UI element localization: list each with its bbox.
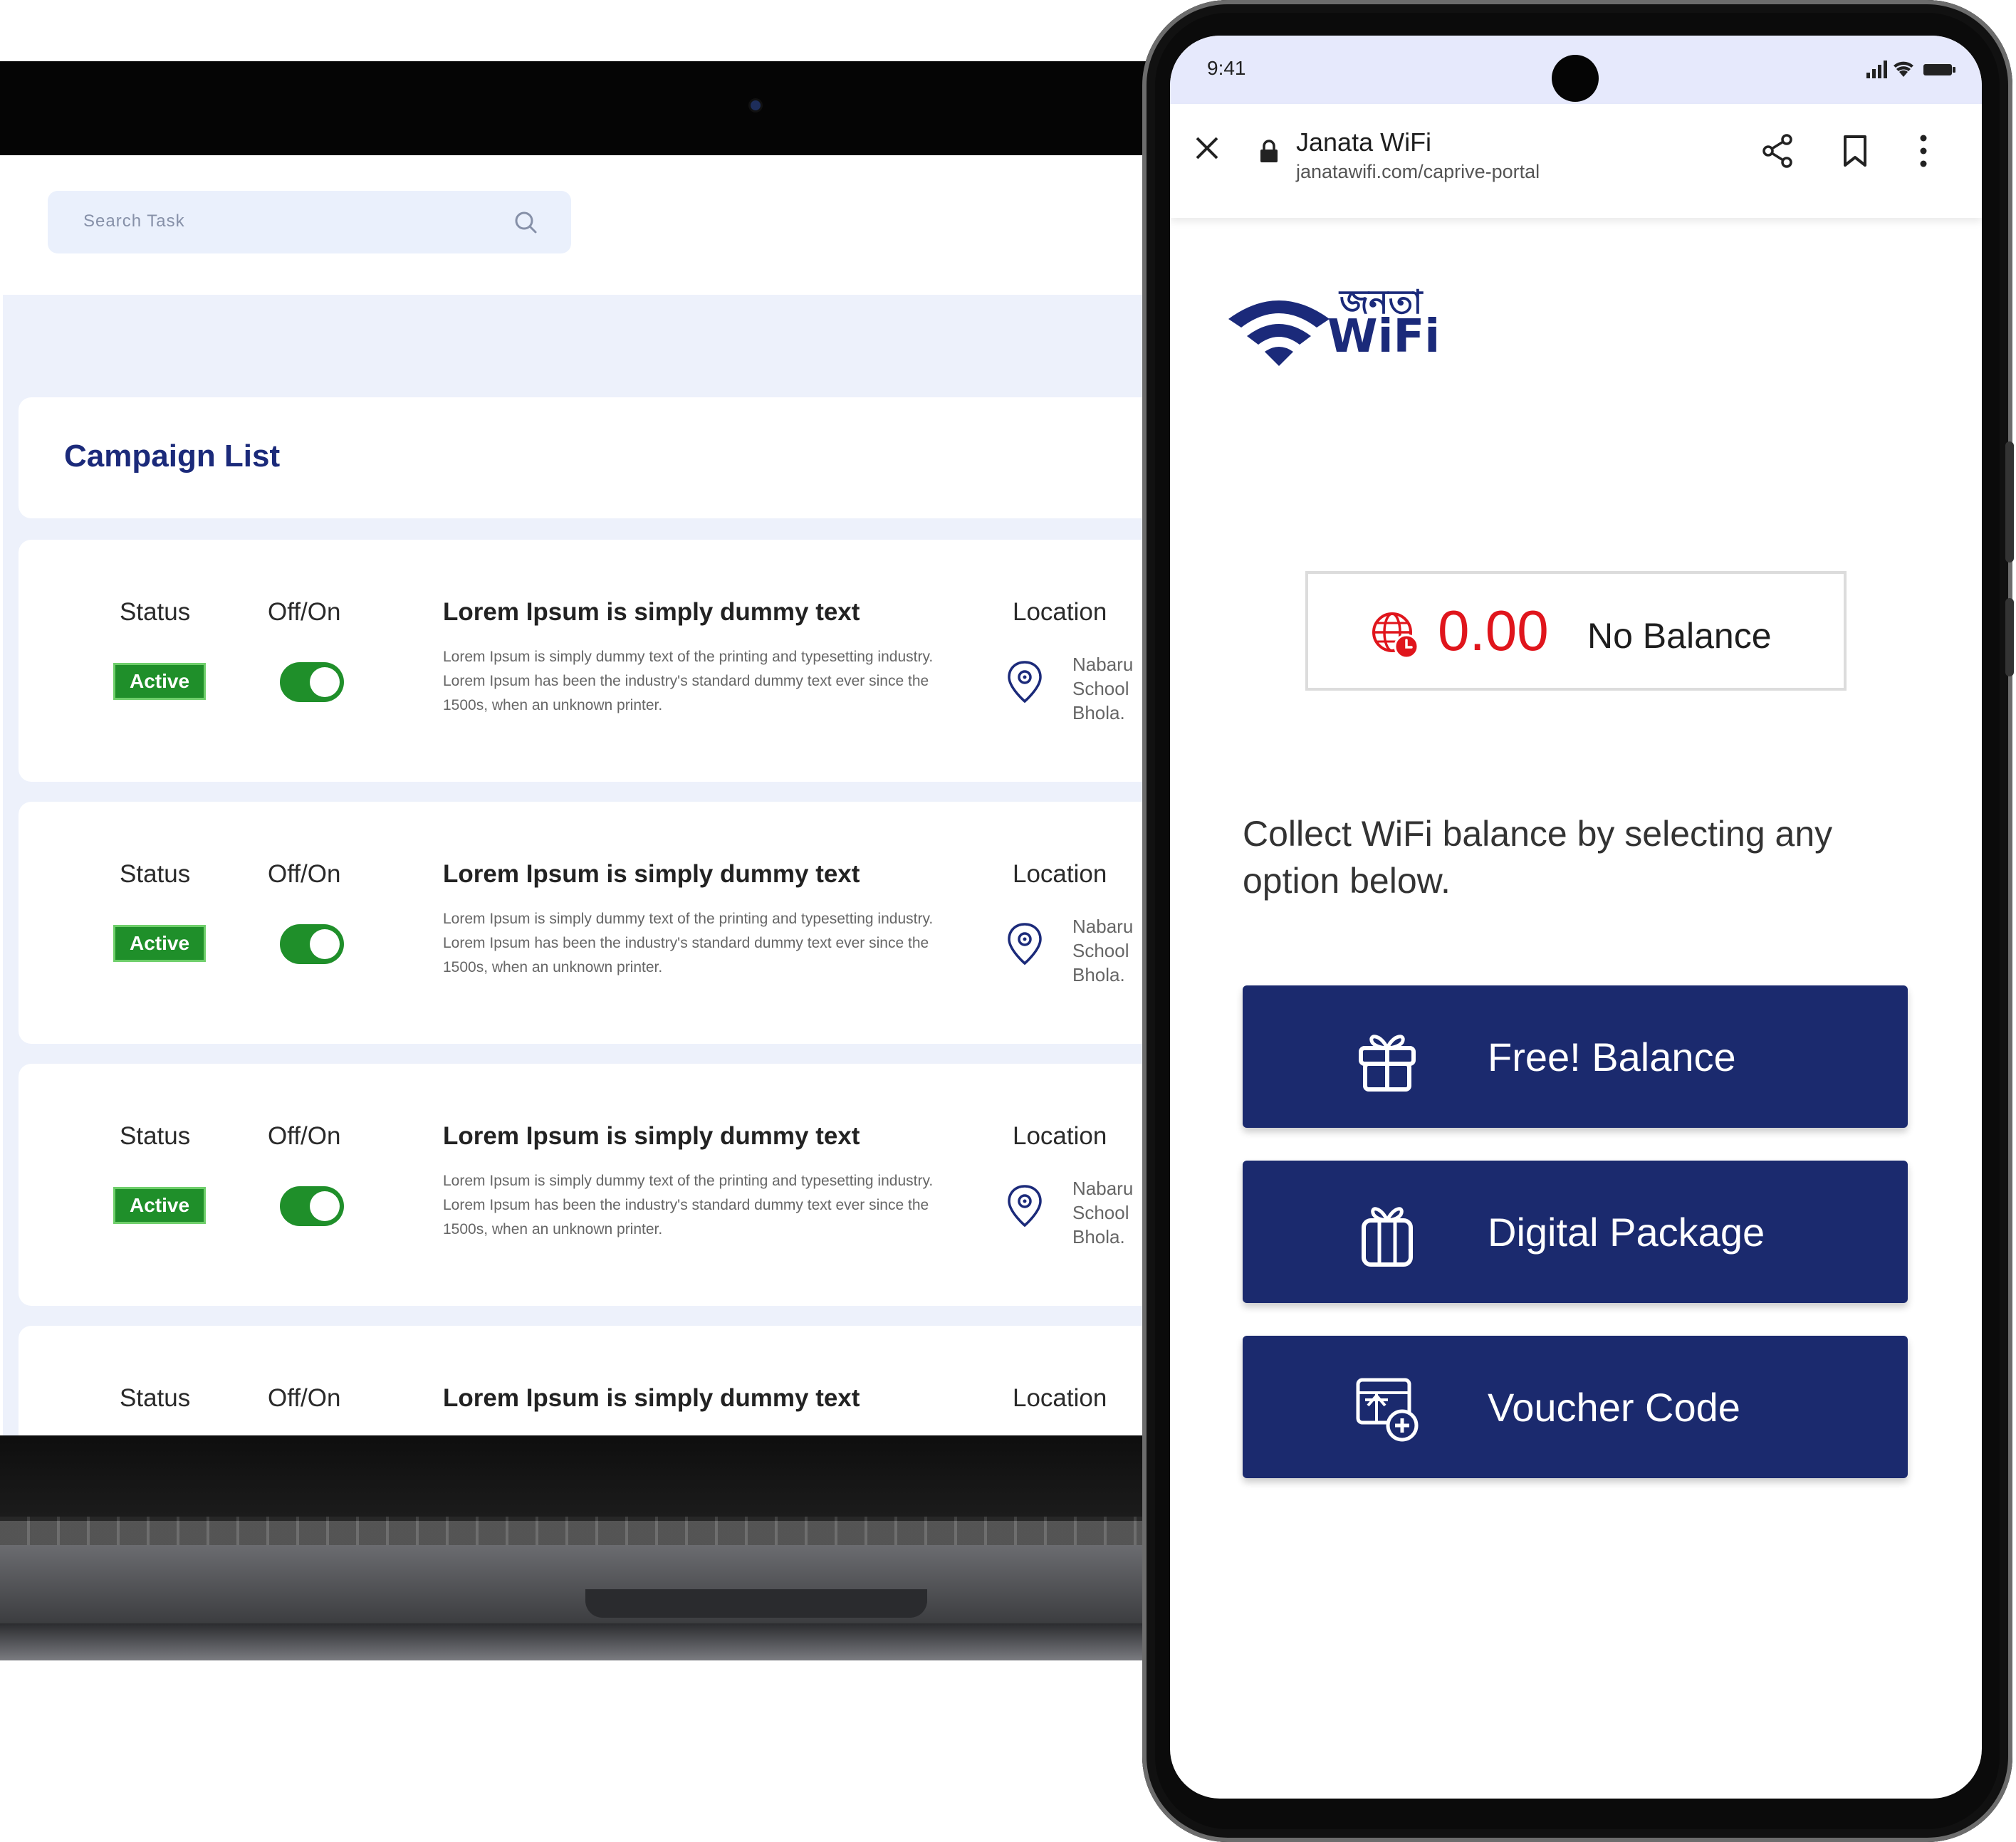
location-pin-icon — [1008, 923, 1042, 966]
toggle-knob — [310, 1191, 340, 1221]
toggle-knob — [310, 929, 340, 959]
status-time: 9:41 — [1207, 57, 1246, 79]
balance-card: 0.00 No Balance — [1305, 571, 1847, 691]
campaign-row: Status Off/On Active Lorem Ipsum is simp… — [19, 802, 1147, 1044]
status-badge: Active — [113, 1187, 206, 1224]
on-off-toggle[interactable] — [280, 1186, 344, 1226]
campaign-title: Lorem Ipsum is simply dummy text — [443, 598, 860, 626]
voucher-code-button[interactable]: Voucher Code — [1243, 1336, 1908, 1478]
status-label: Status — [120, 1122, 191, 1150]
toggle-knob — [310, 667, 340, 697]
more-options-icon[interactable] — [1918, 134, 1929, 168]
campaign-row: Status Off/On Active Lorem Ipsum is simp… — [19, 1064, 1147, 1306]
voucher-code-label: Voucher Code — [1488, 1385, 1740, 1430]
signal-icon — [1866, 61, 1887, 78]
location-text: Nabaru School Bhola. — [1072, 1178, 1134, 1247]
laptop-thumb-notch — [585, 1589, 927, 1618]
digital-package-button[interactable]: Digital Package — [1243, 1161, 1908, 1303]
janata-wifi-logo: জনতা WiFi — [1226, 278, 1440, 370]
close-icon[interactable] — [1193, 134, 1221, 162]
search-placeholder: Search Task — [83, 211, 185, 231]
status-icons — [1866, 61, 1955, 78]
status-label: Status — [120, 1384, 191, 1412]
location-label: Location — [1013, 860, 1107, 888]
battery-icon — [1923, 64, 1955, 75]
location-label: Location — [1013, 1384, 1107, 1412]
location-pin-icon — [1008, 661, 1042, 703]
toggle-label: Off/On — [268, 1384, 341, 1412]
laptop-deck — [0, 1545, 1175, 1623]
bookmark-icon[interactable] — [1842, 134, 1868, 168]
digital-package-label: Digital Package — [1488, 1210, 1765, 1255]
laptop-foot — [0, 1623, 1168, 1660]
site-title[interactable]: Janata WiFi — [1296, 127, 1431, 157]
package-icon — [1362, 1207, 1413, 1267]
phone-side-button — [2005, 441, 2014, 562]
toggle-label: Off/On — [268, 598, 341, 626]
location-text: Nabaru School Bhola. — [1072, 654, 1134, 723]
location-text: Nabaru School Bhola. — [1072, 916, 1134, 985]
voucher-icon — [1356, 1378, 1419, 1442]
browser-toolbar: Janata WiFi janatawifi.com/caprive-porta… — [1170, 104, 1982, 218]
wifi-logo-icon — [1228, 300, 1330, 366]
share-icon[interactable] — [1760, 132, 1795, 169]
laptop-hinge — [0, 1435, 1175, 1521]
campaign-title: Lorem Ipsum is simply dummy text — [443, 1384, 860, 1412]
laptop-keyboard — [0, 1517, 1175, 1545]
location-pin-icon — [1008, 1185, 1042, 1228]
campaign-description: Lorem Ipsum is simply dummy text of the … — [443, 911, 934, 975]
free-balance-button[interactable]: Free! Balance — [1243, 985, 1908, 1128]
phone-power-button — [2005, 598, 2014, 676]
campaign-description: Lorem Ipsum is simply dummy text of the … — [443, 649, 934, 713]
campaign-title: Lorem Ipsum is simply dummy text — [443, 1122, 860, 1150]
campaign-row: Status Off/On Lorem Ipsum is simply dumm… — [19, 1326, 1147, 1435]
toggle-label: Off/On — [268, 860, 341, 888]
search-icon[interactable] — [513, 209, 538, 235]
on-off-toggle[interactable] — [280, 924, 344, 964]
logo-text: WiFi — [1327, 310, 1441, 363]
on-off-toggle[interactable] — [280, 662, 344, 702]
campaign-list-header: Campaign List — [19, 397, 1147, 518]
site-url[interactable]: janatawifi.com/caprive-portal — [1296, 161, 1540, 183]
status-bar: 9:41 — [1170, 36, 1982, 104]
status-badge: Active — [113, 663, 206, 700]
wifi-icon — [1894, 61, 1913, 77]
status-label: Status — [120, 860, 191, 888]
location-label: Location — [1013, 598, 1107, 626]
free-balance-label: Free! Balance — [1488, 1035, 1736, 1079]
lock-icon — [1260, 140, 1278, 162]
page-title: Campaign List — [64, 439, 281, 473]
location-label: Location — [1013, 1122, 1107, 1150]
status-label: Status — [120, 598, 191, 626]
search-input[interactable]: Search Task — [48, 191, 571, 253]
status-badge: Active — [113, 925, 206, 962]
phone-screen: 9:41 Janata WiFi janatawifi.com/caprive-… — [1170, 36, 1982, 1799]
globe-clock-icon — [1372, 612, 1419, 659]
campaign-row: Status Off/On Active Lorem Ipsum is simp… — [19, 540, 1147, 782]
laptop-screen: Search Task Campaign List Status Off/On … — [0, 155, 1147, 1435]
campaign-title: Lorem Ipsum is simply dummy text — [443, 860, 860, 888]
balance-label: No Balance — [1587, 616, 1772, 656]
balance-amount: 0.00 — [1438, 599, 1549, 662]
campaign-description: Lorem Ipsum is simply dummy text of the … — [443, 1173, 934, 1237]
laptop-camera — [751, 100, 761, 110]
gift-icon — [1359, 1035, 1416, 1092]
front-camera — [1552, 55, 1599, 102]
instruction-text: Collect WiFi balance by selecting any op… — [1243, 814, 1833, 901]
toggle-label: Off/On — [268, 1122, 341, 1150]
